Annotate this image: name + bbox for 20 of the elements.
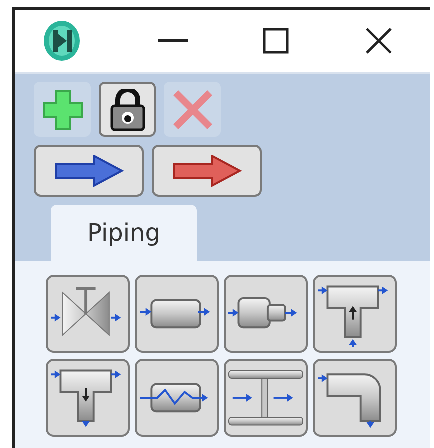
arrow-button[interactable] [152,145,262,197]
arrow-button[interactable] [34,145,144,197]
right-arrow-icon [172,155,242,187]
maximize-icon [263,28,289,54]
component-button[interactable] [135,359,219,437]
minimize-icon [158,39,188,43]
right-arrow-icon [54,155,124,187]
plus-icon [42,88,84,130]
component-button[interactable] [313,359,397,437]
delete-icon [172,88,214,130]
component-button[interactable] [135,275,219,353]
component-button[interactable] [46,275,130,353]
close-icon [364,27,393,55]
component-button[interactable] [224,275,308,353]
component-button[interactable] [46,359,130,437]
lock-button[interactable] [99,82,156,137]
app-logo-icon [42,20,82,62]
component-button[interactable] [313,275,397,353]
tab[interactable]: Piping [51,205,197,261]
component-button[interactable] [224,359,308,437]
